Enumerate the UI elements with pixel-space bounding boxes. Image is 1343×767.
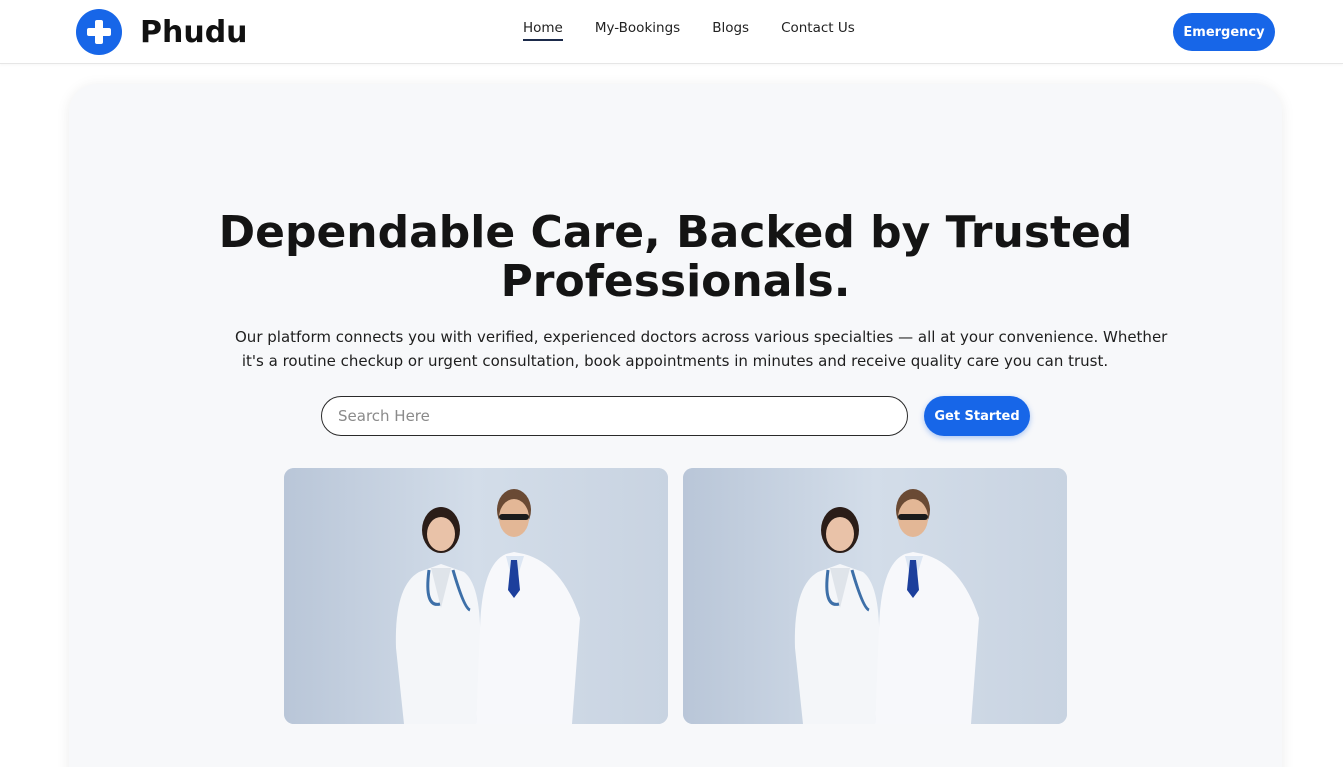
two-doctors-photo xyxy=(683,468,1067,724)
hero-section: Dependable Care, Backed by Trusted Profe… xyxy=(69,84,1282,767)
brand-logo-link[interactable]: Phudu xyxy=(76,9,248,55)
search-input[interactable] xyxy=(321,396,908,436)
hero-description-line: Our platform connects you with verified,… xyxy=(235,328,1168,346)
get-started-button[interactable]: Get Started xyxy=(924,396,1030,436)
two-doctors-photo xyxy=(284,468,668,724)
emergency-button[interactable]: Emergency xyxy=(1173,13,1275,51)
hero-title-line: Dependable Care, Backed by Trusted xyxy=(218,207,1133,258)
brand-name: Phudu xyxy=(140,14,248,50)
hero-title-line: Professionals. xyxy=(500,256,851,307)
hero-description-line: it's a routine checkup or urgent consult… xyxy=(241,352,1109,370)
medical-cross-icon xyxy=(76,9,122,55)
hero-title: Dependable Care, Backed by Trusted Profe… xyxy=(69,208,1282,306)
hero-description: Our platform connects you with verified,… xyxy=(235,325,1168,373)
nav-blogs-link[interactable]: Blogs xyxy=(712,20,749,41)
nav-home-link[interactable]: Home xyxy=(523,20,563,41)
nav-contact-us-link[interactable]: Contact Us xyxy=(781,20,855,41)
nav-my-bookings-link[interactable]: My-Bookings xyxy=(595,20,680,41)
site-header: Phudu Home My-Bookings Blogs Contact Us … xyxy=(0,0,1343,64)
main-nav: Home My-Bookings Blogs Contact Us xyxy=(523,20,855,41)
